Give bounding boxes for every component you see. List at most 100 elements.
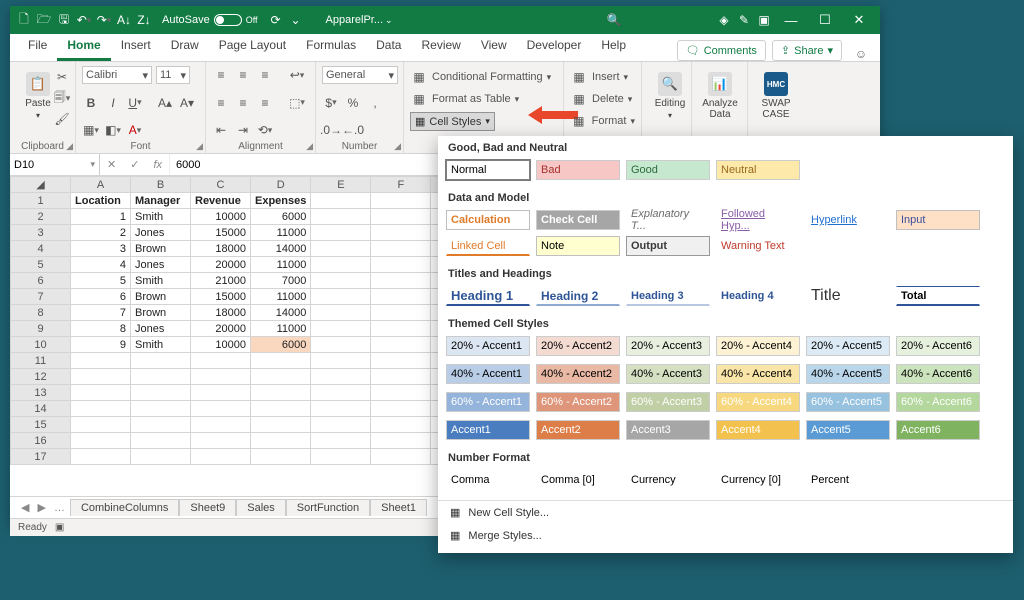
style-swatch[interactable]: Followed Hyp... (716, 210, 800, 230)
row-header-4[interactable]: 4 (11, 241, 71, 257)
row-header-13[interactable]: 13 (11, 385, 71, 401)
merge-button[interactable]: ⬚ (288, 94, 306, 112)
sheet-tab-sheet9[interactable]: Sheet9 (179, 499, 236, 516)
style-swatch[interactable]: Accent1 (446, 420, 530, 440)
sheet-nav-more-icon[interactable]: … (51, 502, 68, 514)
tab-draw[interactable]: Draw (161, 32, 209, 61)
conditional-formatting-button[interactable]: ▦Conditional Formatting▾ (410, 68, 557, 86)
style-swatch[interactable]: Hyperlink (806, 210, 890, 230)
row-header-2[interactable]: 2 (11, 209, 71, 225)
borders-button[interactable]: ▦ (82, 121, 100, 139)
style-swatch[interactable]: 60% - Accent5 (806, 392, 890, 412)
account-icon[interactable]: ☺ (850, 47, 872, 61)
italic-button[interactable]: I (104, 94, 122, 112)
cell[interactable]: 10000 (191, 337, 251, 353)
cell[interactable]: 14000 (251, 305, 311, 321)
header-cell[interactable]: Revenue (191, 193, 251, 209)
tab-page-layout[interactable]: Page Layout (209, 32, 296, 61)
col-header-C[interactable]: C (191, 177, 251, 193)
tab-home[interactable]: Home (57, 32, 110, 61)
outdent-icon[interactable]: ⇤ (212, 121, 230, 139)
style-swatch[interactable]: Normal (446, 160, 530, 180)
style-swatch[interactable]: Total (896, 286, 980, 306)
clipboard-launcher-icon[interactable]: ◢ (66, 141, 73, 152)
row-header-10[interactable]: 10 (11, 337, 71, 353)
tab-data[interactable]: Data (366, 32, 411, 61)
autosave-pill[interactable] (214, 14, 242, 26)
search-icon[interactable]: 🔍 (604, 10, 624, 30)
cell[interactable]: 11000 (251, 289, 311, 305)
align-middle-icon[interactable]: ≡ (234, 66, 252, 84)
style-swatch[interactable]: Check Cell (536, 210, 620, 230)
cell[interactable]: 15000 (191, 225, 251, 241)
cell[interactable]: 21000 (191, 273, 251, 289)
cell[interactable]: 18000 (191, 305, 251, 321)
col-header-E[interactable]: E (311, 177, 371, 193)
cell[interactable]: Brown (131, 241, 191, 257)
row-header-8[interactable]: 8 (11, 305, 71, 321)
cell[interactable]: 14000 (251, 241, 311, 257)
style-swatch[interactable]: 20% - Accent6 (896, 336, 980, 356)
cell[interactable]: 6000 (251, 337, 311, 353)
style-swatch[interactable]: 40% - Accent5 (806, 364, 890, 384)
cell[interactable]: 3 (71, 241, 131, 257)
font-name-combo[interactable]: Calibri▾ (82, 66, 152, 84)
swapcase-button[interactable]: HMCSWAP CASE (754, 66, 798, 126)
style-swatch[interactable]: Neutral (716, 160, 800, 180)
style-swatch[interactable]: 20% - Accent3 (626, 336, 710, 356)
style-swatch[interactable]: 40% - Accent6 (896, 364, 980, 384)
undo-icon[interactable]: ↶ (74, 10, 94, 30)
style-swatch[interactable]: 20% - Accent1 (446, 336, 530, 356)
cell[interactable]: 20000 (191, 257, 251, 273)
cell[interactable]: Brown (131, 305, 191, 321)
style-swatch[interactable]: Heading 1 (446, 286, 530, 306)
style-swatch[interactable]: Output (626, 236, 710, 256)
comma-button[interactable]: , (366, 94, 384, 112)
filename-chevron-icon[interactable]: ⌄ (385, 15, 393, 26)
redo-icon[interactable]: ↷ (94, 10, 114, 30)
cell[interactable]: 2 (71, 225, 131, 241)
tab-view[interactable]: View (471, 32, 517, 61)
row-header-12[interactable]: 12 (11, 369, 71, 385)
sheet-tab-combinecolumns[interactable]: CombineColumns (70, 499, 179, 516)
copy-icon[interactable]: 🗐 (53, 89, 71, 107)
analyze-data-button[interactable]: 📊Analyze Data (698, 66, 742, 126)
style-swatch[interactable]: Explanatory T... (626, 210, 710, 230)
autosave-toggle[interactable]: AutoSave Off (162, 14, 258, 26)
diamond-icon[interactable]: ◈ (714, 10, 734, 30)
style-swatch[interactable]: 60% - Accent6 (896, 392, 980, 412)
style-swatch[interactable]: 60% - Accent4 (716, 392, 800, 412)
align-right-icon[interactable]: ≡ (256, 94, 274, 112)
indent-icon[interactable]: ⇥ (234, 121, 252, 139)
editing-button[interactable]: 🔍Editing▾ (648, 66, 692, 126)
cell[interactable]: Smith (131, 337, 191, 353)
row-header-1[interactable]: 1 (11, 193, 71, 209)
font-launcher-icon[interactable]: ◢ (196, 141, 203, 152)
col-header-B[interactable]: B (131, 177, 191, 193)
row-header-17[interactable]: 17 (11, 449, 71, 465)
sheet-nav-prev-icon[interactable]: ◀ (18, 501, 32, 514)
cell[interactable]: 15000 (191, 289, 251, 305)
dec-decimal-icon[interactable]: ←.0 (344, 121, 362, 139)
number-launcher-icon[interactable]: ◢ (394, 141, 401, 152)
inc-decimal-icon[interactable]: .0→ (322, 121, 340, 139)
cell[interactable]: 7 (71, 305, 131, 321)
row-header-7[interactable]: 7 (11, 289, 71, 305)
cell[interactable]: 1 (71, 209, 131, 225)
file-name[interactable]: ApparelPr... (326, 14, 383, 26)
row-header-6[interactable]: 6 (11, 273, 71, 289)
style-swatch[interactable]: Percent (806, 470, 890, 490)
cancel-formula-icon[interactable]: ✕ (107, 158, 116, 171)
sort-asc-icon[interactable]: A↓ (114, 10, 134, 30)
style-swatch[interactable]: 20% - Accent2 (536, 336, 620, 356)
cell[interactable]: 9 (71, 337, 131, 353)
minimize-button[interactable]: — (774, 6, 808, 34)
cell[interactable]: 11000 (251, 257, 311, 273)
cell[interactable]: 10000 (191, 209, 251, 225)
cell[interactable]: Jones (131, 257, 191, 273)
app-switch-icon[interactable]: ▣ (754, 10, 774, 30)
style-swatch[interactable]: 40% - Accent1 (446, 364, 530, 384)
delete-cells-button[interactable]: ▦Delete▾ (570, 90, 635, 108)
align-bottom-icon[interactable]: ≡ (256, 66, 274, 84)
cell[interactable]: Smith (131, 209, 191, 225)
